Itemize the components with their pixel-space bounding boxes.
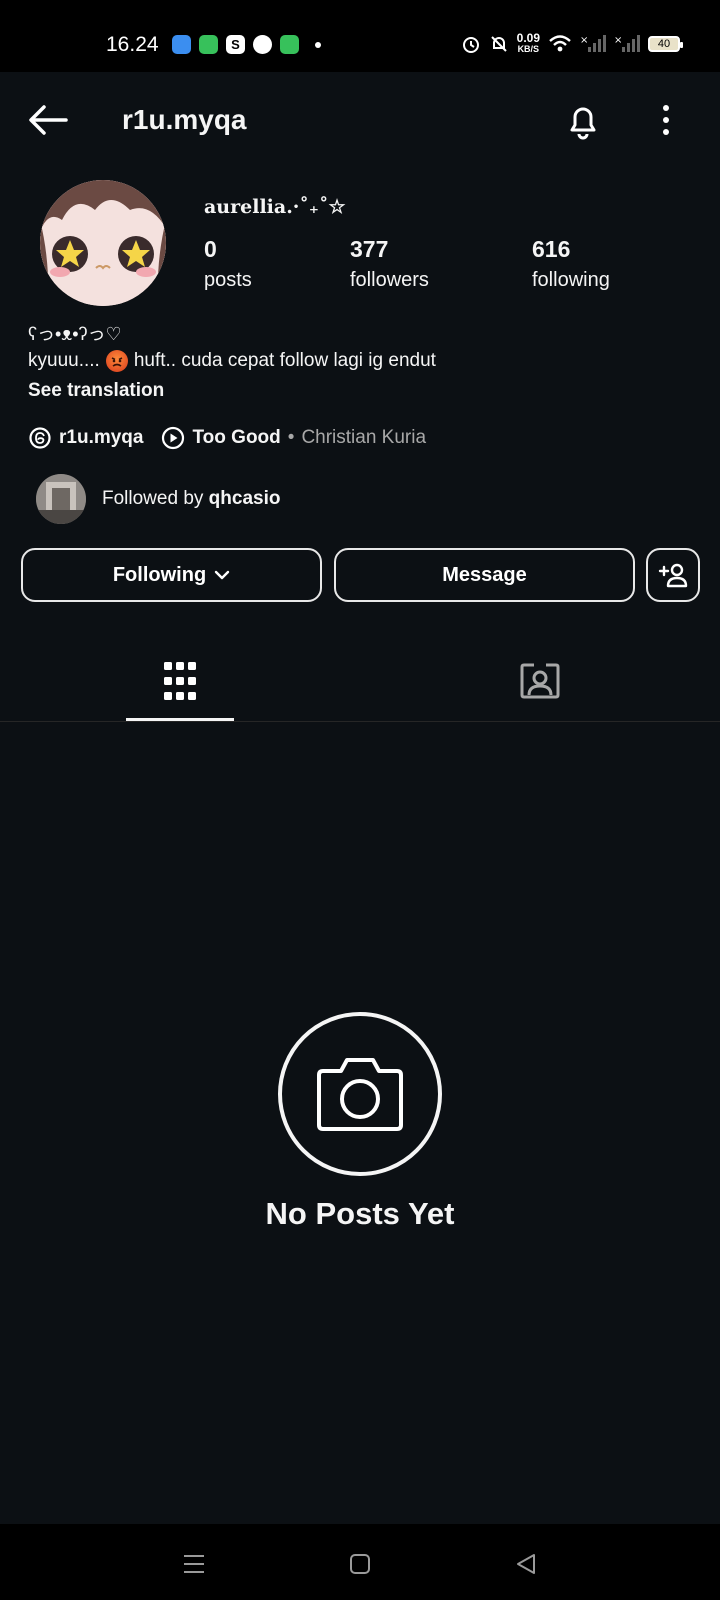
posts-label: posts: [204, 269, 252, 291]
battery-icon: 40: [648, 36, 683, 52]
signal-1-icon: ×: [580, 35, 606, 52]
svg-text:×: ×: [580, 35, 588, 46]
profile-links-row: r1u.myqa Too Good • Christian Kuria: [28, 426, 426, 450]
play-icon[interactable]: [161, 426, 185, 450]
shop-bag-icon: S: [226, 35, 245, 54]
bio-line-1: ʕっ•ᴥ•ʔっ♡: [28, 324, 122, 344]
bio-line-2: kyuuu.... huft.. cuda cepat follow lagi …: [28, 350, 436, 372]
grid-icon: [164, 662, 196, 700]
posts-count: 0: [204, 236, 217, 262]
bio-text-end: huft.. cuda cepat follow lagi ig endut: [133, 350, 436, 371]
followers-label: followers: [350, 269, 429, 291]
following-count: 616: [532, 236, 571, 262]
empty-state-title: No Posts Yet: [265, 1196, 455, 1231]
svg-text:×: ×: [614, 35, 622, 46]
music-separator: •: [287, 427, 295, 448]
tab-posts-grid[interactable]: [126, 640, 234, 722]
home-button[interactable]: [342, 1546, 378, 1582]
posts-stat[interactable]: 0 posts: [204, 236, 252, 292]
more-options-icon[interactable]: [654, 102, 678, 138]
empty-state-camera-circle: [278, 1012, 442, 1176]
menu-lines-icon: [184, 1555, 204, 1573]
active-tab-indicator: [126, 718, 234, 721]
angry-face-emoji-icon: [105, 350, 128, 372]
profile-header: r1u.myqa: [0, 72, 720, 168]
recent-apps-button[interactable]: [176, 1546, 212, 1582]
display-name: aurellia.·˚₊˚☆: [204, 196, 346, 218]
mutual-follower-username: qhcasio: [208, 488, 281, 509]
status-time: 16.24: [106, 33, 159, 56]
following-label: following: [532, 269, 610, 291]
notification-icons: S: [172, 35, 321, 54]
green-app-icon: [199, 35, 218, 54]
back-arrow-icon[interactable]: [26, 104, 70, 136]
message-button[interactable]: Message: [334, 548, 635, 602]
see-translation-link[interactable]: See translation: [28, 380, 164, 402]
followed-by-text: Followed by qhcasio: [102, 488, 281, 509]
following-dropdown-button[interactable]: Following: [21, 548, 322, 602]
camera-icon: [317, 1058, 403, 1131]
notification-bell-icon[interactable]: [564, 102, 602, 140]
header-username: r1u.myqa: [122, 104, 247, 135]
status-right: 0.09 KB/S × × 40: [461, 31, 683, 55]
triangle-back-icon: [517, 1554, 535, 1574]
avatar-image: [40, 180, 166, 306]
pinterest-icon: [253, 35, 272, 54]
system-back-button[interactable]: [508, 1546, 544, 1582]
chat-icon: [280, 35, 299, 54]
signal-2-icon: ×: [614, 35, 640, 52]
threads-handle-link[interactable]: r1u.myqa: [59, 427, 143, 449]
profile-tabs: [0, 640, 720, 722]
tab-tagged[interactable]: [486, 640, 594, 722]
square-home-icon: [350, 1554, 370, 1574]
status-bar: 16.24 S 0.09 KB/S × × 40: [0, 0, 720, 72]
more-notifications-dot: [315, 41, 321, 48]
add-user-icon: [658, 563, 688, 588]
alarm-icon: [462, 37, 479, 53]
profile-screen: 16.24 S 0.09 KB/S × × 40 r1u.myqa aurell…: [0, 0, 720, 1600]
blue-app-icon: [172, 35, 191, 54]
music-artist[interactable]: Christian Kuria: [301, 427, 426, 449]
wifi-icon: [549, 35, 571, 52]
followers-stat[interactable]: 377 followers: [350, 236, 429, 292]
mute-bell-icon: [490, 36, 507, 52]
bio-text-start: kyuuu....: [28, 350, 100, 371]
followers-count: 377: [350, 236, 389, 262]
add-user-button[interactable]: [646, 548, 700, 602]
music-song-title[interactable]: Too Good: [192, 427, 280, 449]
network-speed: 0.09 KB/S: [516, 31, 540, 54]
tagged-person-icon: [520, 663, 560, 699]
profile-avatar[interactable]: [40, 180, 166, 306]
following-stat[interactable]: 616 following: [532, 236, 610, 292]
threads-icon[interactable]: [28, 426, 52, 450]
message-button-label: Message: [442, 563, 527, 586]
mutual-follower-avatar: [36, 474, 86, 524]
followed-by-row[interactable]: Followed by qhcasio: [36, 474, 280, 524]
following-button-label: Following: [112, 563, 207, 586]
chevron-down-icon: [214, 570, 230, 580]
system-navigation-bar: [0, 1524, 720, 1600]
